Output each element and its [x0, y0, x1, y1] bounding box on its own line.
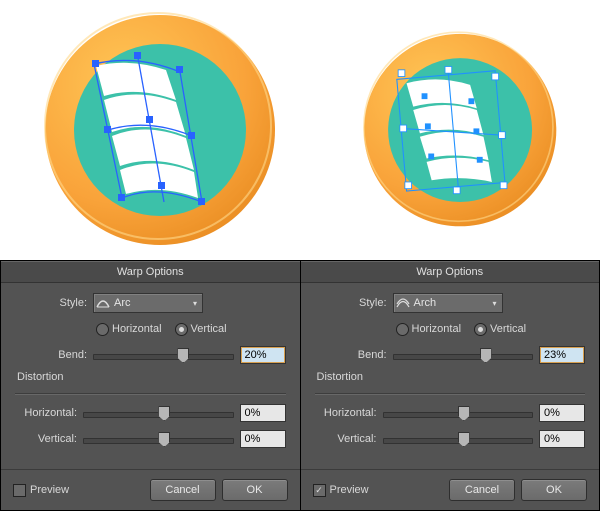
style-value: Arch — [412, 297, 488, 309]
style-dropdown[interactable]: Arc ▾ — [93, 293, 203, 313]
warp-options-panel-left: Warp Options Style: Arc ▾ Horizontal Ver… — [0, 260, 301, 511]
distortion-section-label: Distortion — [315, 371, 586, 383]
style-label: Style: — [315, 297, 393, 309]
panel-title: Warp Options — [1, 261, 300, 283]
style-dropdown[interactable]: Arch ▾ — [393, 293, 503, 313]
chevron-down-icon: ▾ — [488, 299, 502, 308]
bend-slider[interactable] — [393, 348, 534, 362]
orientation-vertical-radio[interactable] — [175, 323, 188, 336]
ok-button[interactable]: OK — [222, 479, 288, 501]
bend-label: Bend: — [315, 349, 393, 361]
bend-field[interactable]: 23% — [539, 346, 585, 364]
cancel-button[interactable]: Cancel — [449, 479, 515, 501]
bend-slider[interactable] — [93, 348, 234, 362]
dist-horizontal-field[interactable]: 0% — [240, 404, 286, 422]
dist-horizontal-label: Horizontal: — [15, 407, 83, 419]
bend-label: Bend: — [15, 349, 93, 361]
cancel-button[interactable]: Cancel — [150, 479, 216, 501]
style-value: Arc — [112, 297, 188, 309]
artwork-left — [38, 8, 283, 253]
orientation-horizontal-radio[interactable] — [96, 323, 109, 336]
arch-icon — [394, 298, 412, 308]
dist-vertical-slider[interactable] — [383, 432, 534, 446]
preview-label: Preview — [30, 484, 69, 496]
dist-vertical-label: Vertical: — [315, 433, 383, 445]
distortion-section-label: Distortion — [15, 371, 286, 383]
artwork-right — [358, 28, 563, 233]
dist-horizontal-slider[interactable] — [383, 406, 534, 420]
bend-field[interactable]: 20% — [240, 346, 286, 364]
orientation-horizontal-label: Horizontal — [112, 323, 162, 335]
orientation-horizontal-radio[interactable] — [396, 323, 409, 336]
panel-title: Warp Options — [301, 261, 600, 283]
orientation-horizontal-label: Horizontal — [412, 323, 462, 335]
dist-vertical-label: Vertical: — [15, 433, 83, 445]
chevron-down-icon: ▾ — [188, 299, 202, 308]
preview-checkbox[interactable] — [13, 484, 26, 497]
orientation-vertical-radio[interactable] — [474, 323, 487, 336]
dist-horizontal-label: Horizontal: — [315, 407, 383, 419]
dist-vertical-slider[interactable] — [83, 432, 234, 446]
style-label: Style: — [15, 297, 93, 309]
preview-label: Preview — [330, 484, 369, 496]
dist-horizontal-slider[interactable] — [83, 406, 234, 420]
arc-icon — [94, 298, 112, 308]
orientation-vertical-label: Vertical — [490, 323, 526, 335]
orientation-vertical-label: Vertical — [191, 323, 227, 335]
dist-horizontal-field[interactable]: 0% — [539, 404, 585, 422]
dist-vertical-field[interactable]: 0% — [539, 430, 585, 448]
warp-options-panel-right: Warp Options Style: Arch ▾ Horizo — [301, 260, 600, 511]
dist-vertical-field[interactable]: 0% — [240, 430, 286, 448]
preview-checkbox[interactable] — [313, 484, 326, 497]
ok-button[interactable]: OK — [521, 479, 587, 501]
